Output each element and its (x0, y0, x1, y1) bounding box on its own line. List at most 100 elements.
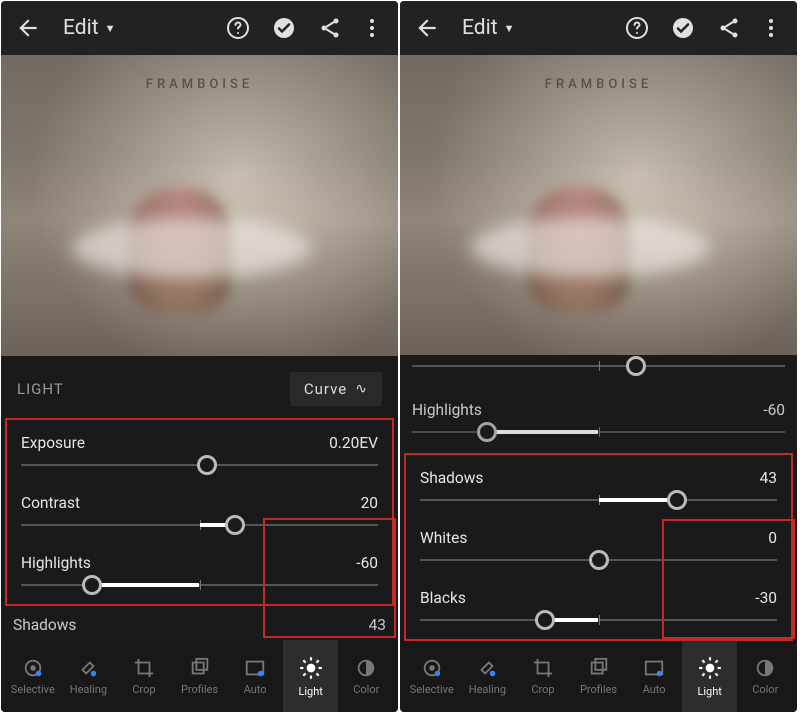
nav-light[interactable]: Light (682, 641, 738, 712)
nav-healing[interactable]: Healing (61, 640, 117, 712)
share-icon[interactable] (318, 16, 342, 40)
slider-contrast[interactable]: Contrast 20 (9, 482, 390, 542)
nav-label: Profiles (181, 683, 218, 696)
slider-label: Shadows (13, 616, 76, 634)
nav-selective[interactable]: Selective (5, 640, 61, 712)
slider-thumb[interactable] (225, 515, 245, 535)
confirm-icon[interactable] (272, 16, 296, 40)
color-icon (355, 657, 377, 679)
light-icon (298, 655, 324, 681)
slider-track[interactable] (412, 431, 785, 433)
nav-profiles[interactable]: Profiles (172, 640, 228, 712)
edit-menu[interactable]: Edit ▼ (462, 16, 514, 40)
edit-title-label: Edit (63, 16, 99, 40)
more-icon[interactable] (360, 16, 384, 40)
selective-icon (421, 657, 443, 679)
nav-crop[interactable]: Crop (515, 641, 571, 712)
curve-button[interactable]: Curve ∿ (290, 372, 382, 406)
photo-overlay-text: FRAMBOISE (400, 77, 797, 92)
slider-value: 0 (768, 529, 777, 547)
nav-healing[interactable]: Healing (460, 641, 516, 712)
more-icon[interactable] (759, 16, 783, 40)
light-controls: Highlights -60 Shadows 43 (400, 355, 797, 641)
nav-label: Selective (11, 683, 55, 696)
slider-blacks[interactable]: Blacks -30 (408, 577, 789, 637)
slider-track[interactable] (21, 584, 378, 586)
slider-value: -30 (755, 589, 777, 607)
slider-highlights[interactable]: Highlights -60 (9, 542, 390, 602)
slider-thumb[interactable] (197, 455, 217, 475)
slider-value: 43 (369, 616, 386, 634)
slider-value: 20 (361, 494, 378, 512)
nav-label: Healing (70, 683, 107, 696)
slider-track[interactable] (420, 619, 777, 621)
photo-preview[interactable]: FRAMBOISE (400, 55, 797, 354)
curve-label: Curve (304, 380, 347, 398)
nav-label: Light (298, 685, 322, 698)
crop-icon (532, 657, 554, 679)
curve-icon: ∿ (355, 381, 368, 397)
light-section-label: LIGHT (17, 380, 64, 398)
auto-icon (643, 657, 665, 679)
header-bar: Edit ▼ (1, 1, 398, 55)
slider-highlights[interactable]: Highlights -60 (400, 389, 797, 449)
share-icon[interactable] (717, 16, 741, 40)
color-icon (754, 657, 776, 679)
slider-whites[interactable]: Whites 0 (408, 517, 789, 577)
slider-label: Highlights (412, 401, 482, 419)
nav-label: Profiles (580, 683, 617, 696)
slider-thumb[interactable] (477, 422, 497, 442)
nav-auto[interactable]: Auto (626, 641, 682, 712)
slider-value: 0.20EV (329, 434, 378, 452)
profiles-icon (189, 657, 211, 679)
highlight-box-left: Exposure 0.20EV Contrast 20 (5, 418, 394, 606)
slider-contrast-peek[interactable] (412, 365, 785, 389)
slider-shadows[interactable]: Shadows 43 (408, 457, 789, 517)
nav-auto[interactable]: Auto (227, 640, 283, 712)
slider-track[interactable] (21, 464, 378, 466)
edit-title-label: Edit (462, 16, 498, 40)
slider-track[interactable] (420, 559, 777, 561)
chevron-down-icon: ▼ (105, 22, 116, 35)
slider-label: Shadows (420, 469, 483, 487)
nav-label: Crop (132, 683, 155, 696)
slider-shadows-peek[interactable]: Shadows 43 (1, 606, 398, 640)
slider-exposure[interactable]: Exposure 0.20EV (9, 422, 390, 482)
slider-thumb[interactable] (82, 575, 102, 595)
confirm-icon[interactable] (671, 16, 695, 40)
nav-light[interactable]: Light (283, 640, 339, 712)
slider-label: Highlights (21, 554, 91, 572)
slider-value: 43 (760, 469, 777, 487)
edit-menu[interactable]: Edit ▼ (63, 16, 115, 40)
back-icon[interactable] (15, 15, 41, 41)
slider-label: Contrast (21, 494, 80, 512)
nav-crop[interactable]: Crop (116, 640, 172, 712)
help-icon[interactable] (625, 16, 649, 40)
header-bar: Edit ▼ (400, 1, 797, 55)
nav-label: Color (752, 683, 778, 696)
slider-thumb[interactable] (535, 610, 555, 630)
healing-icon (476, 657, 498, 679)
nav-label: Selective (410, 683, 454, 696)
slider-thumb[interactable] (667, 490, 687, 510)
photo-overlay-text: FRAMBOISE (1, 77, 398, 92)
slider-thumb[interactable] (589, 550, 609, 570)
nav-profiles[interactable]: Profiles (571, 641, 627, 712)
nav-color[interactable]: Color (338, 640, 394, 712)
light-icon (697, 655, 723, 681)
photo-preview[interactable]: FRAMBOISE (1, 55, 398, 356)
auto-icon (244, 657, 266, 679)
slider-value: -60 (763, 401, 785, 419)
slider-track[interactable] (420, 499, 777, 501)
slider-label: Whites (420, 529, 467, 547)
bottom-nav: Selective Healing Crop Profiles Auto Lig… (1, 640, 398, 712)
slider-value: -60 (356, 554, 378, 572)
help-icon[interactable] (226, 16, 250, 40)
slider-label: Blacks (420, 589, 466, 607)
nav-color[interactable]: Color (737, 641, 793, 712)
nav-selective[interactable]: Selective (404, 641, 460, 712)
back-icon[interactable] (414, 15, 440, 41)
slider-track[interactable] (21, 524, 378, 526)
crop-icon (133, 657, 155, 679)
screenshot-right: Edit ▼ FRAMBOISE Highlights -60 (400, 1, 797, 712)
